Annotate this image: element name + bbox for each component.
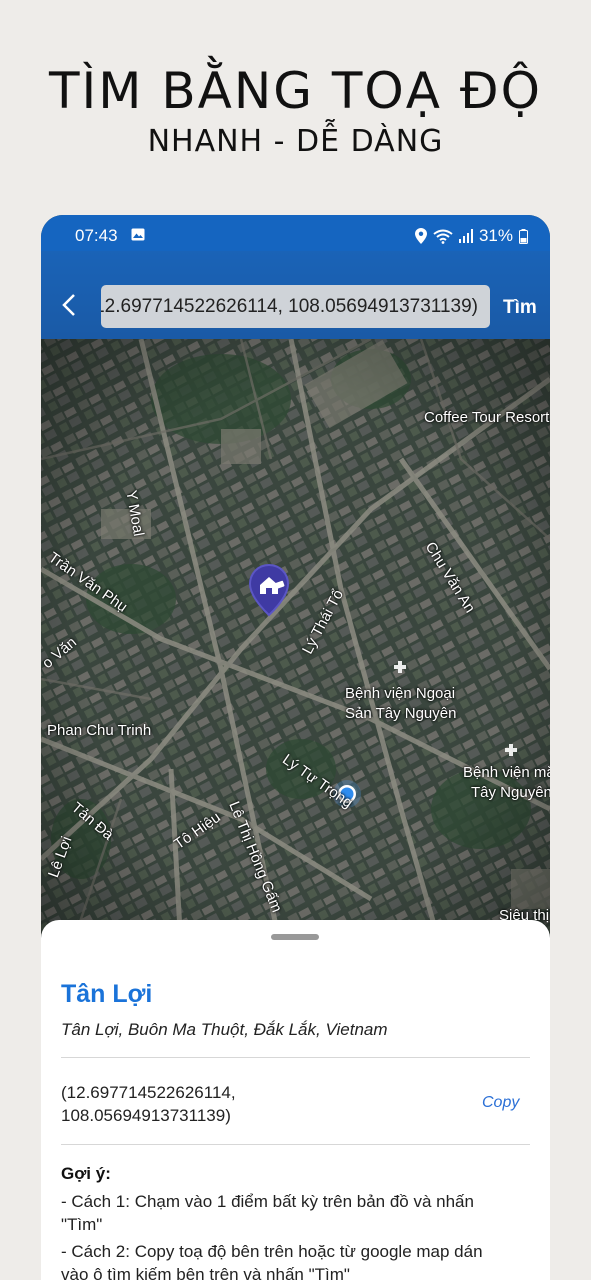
sheet-drag-handle[interactable] [271,934,319,940]
wifi-icon [433,229,453,244]
map-label-benh-vien-mat: Bệnh viện mắ [463,764,550,781]
battery-percent: 31% [478,226,513,245]
hint-title: Gợi ý: [61,1164,111,1183]
copy-button[interactable]: Copy [482,1094,519,1112]
hint-method-1-line-2: "Tìm" [61,1215,103,1234]
divider [61,1144,530,1145]
status-time: 07:43 [75,226,118,245]
place-address: Tân Lợi, Buôn Ma Thuột, Đắk Lắk, Vietnam [61,1020,388,1039]
image-icon [131,228,145,241]
coordinate-search-input[interactable]: 12.697714522626114, 108.05694913731139) [101,285,478,328]
coordinates-line-1: (12.697714522626114, [61,1083,236,1102]
hint-method-1-line-1: - Cách 1: Chạm vào 1 điểm bất kỳ trên bả… [61,1192,474,1211]
map-label-coffee-tour: Coffee Tour Resort [424,409,550,426]
divider [61,1057,530,1058]
coordinate-search-box[interactable]: 12.697714522626114, 108.05694913731139) [101,285,490,328]
place-name: Tân Lợi [61,980,153,1008]
hero-subtitle: NHANH - DỄ DÀNG [147,124,444,159]
hint-method-2-line-1: - Cách 2: Copy toạ độ bên trên hoặc từ g… [61,1242,483,1261]
find-button[interactable]: Tìm [503,297,537,319]
map-label-tay-nguyen: Tây Nguyên [471,784,550,801]
phone-screen: 07:43 31% 12.697714522626114, 108.056949… [41,215,550,1280]
status-bar: 07:43 31% [41,215,550,251]
app-bar: 12.697714522626114, 108.05694913731139) … [41,251,550,339]
location-icon [414,228,427,244]
coordinates-line-2: 108.05694913731139) [61,1106,231,1125]
map-label-benh-vien-ngoai: Bệnh viện Ngoại [345,685,456,702]
coordinates-text: (12.697714522626114, 108.05694913731139) [61,1081,361,1127]
hint-method-2: - Cách 2: Copy toạ độ bên trên hoặc từ g… [61,1240,531,1280]
hint-method-1: - Cách 1: Chạm vào 1 điểm bất kỳ trên bả… [61,1190,531,1236]
satellite-map[interactable]: Coffee Tour Resort Y Moal Chu Văn An Trầ… [41,339,550,949]
back-arrow-icon[interactable] [55,289,83,321]
map-label-phan-chu-trinh: Phan Chu Trinh [47,722,152,739]
hint-method-2-line-2: vào ô tìm kiếm bên trên và nhấn "Tìm" [61,1265,350,1280]
map-label-san-tay-nguyen: Sản Tây Nguyên [345,705,457,722]
signal-icon [458,229,473,243]
result-bottom-sheet: Tân Lợi Tân Lợi, Buôn Ma Thuột, Đắk Lắk,… [41,920,550,1280]
location-marker-icon[interactable] [247,563,291,617]
map-imagery [41,339,550,949]
hero-title: TÌM BẰNG TOẠ ĐỘ [49,62,542,120]
battery-icon [519,228,528,244]
